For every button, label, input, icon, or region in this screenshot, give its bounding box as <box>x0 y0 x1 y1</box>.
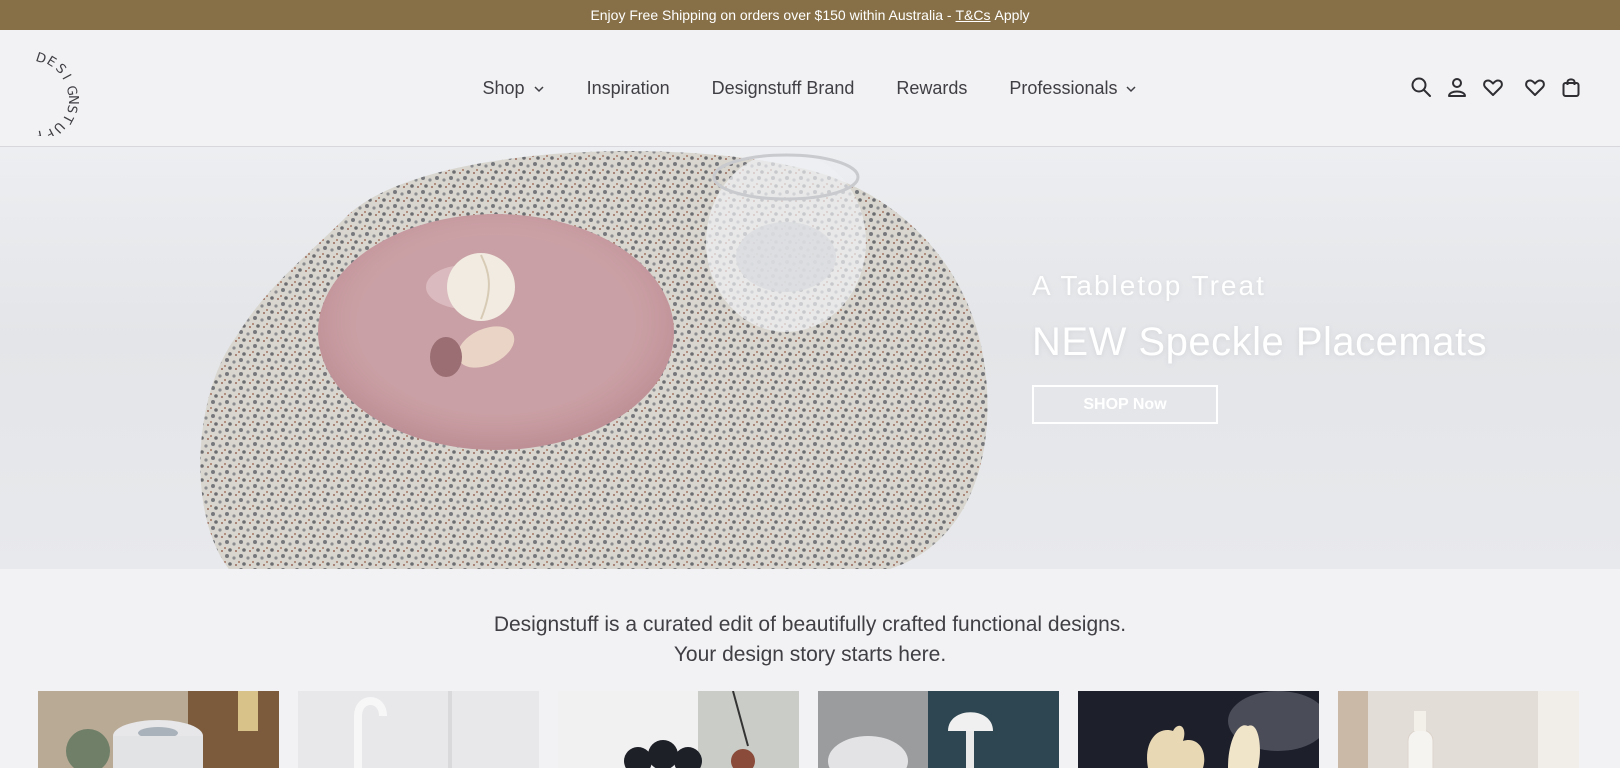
nav-shop-label: Shop <box>482 78 525 98</box>
nav-designstuff-brand[interactable]: Designstuff Brand <box>691 78 876 99</box>
nav-shop[interactable]: Shop <box>462 78 566 99</box>
hero-image-placemat <box>200 151 988 569</box>
category-tile[interactable] <box>558 691 799 768</box>
shop-now-button[interactable]: SHOP Now <box>1032 385 1218 424</box>
nav-rewards[interactable]: Rewards <box>875 78 988 99</box>
chevron-down-icon <box>534 85 544 92</box>
category-tile[interactable] <box>818 691 1059 768</box>
intro-line-1: Designstuff is a curated edit of beautif… <box>493 613 1127 636</box>
hero-title: NEW Speckle Placemats <box>1032 320 1488 364</box>
account-icon[interactable] <box>1446 76 1468 98</box>
hero-banner[interactable]: A Tabletop Treat NEW Speckle Placemats S… <box>0 147 1620 569</box>
wishlist-icon[interactable] <box>1482 76 1504 98</box>
intro-line-2: Your design story starts here. <box>673 643 947 666</box>
nav-professionals-label: Professionals <box>1009 78 1118 98</box>
nav-inspiration[interactable]: Inspiration <box>566 78 691 99</box>
announcement-bar: Enjoy Free Shipping on orders over $150 … <box>0 0 1620 30</box>
announcement-text: Enjoy Free Shipping on orders over $150 … <box>590 7 952 23</box>
search-icon[interactable] <box>1410 76 1432 98</box>
category-tile[interactable] <box>38 691 279 768</box>
header-icons <box>1410 76 1582 98</box>
nav-rewards-label: Rewards <box>896 78 968 98</box>
nav-professionals[interactable]: Professionals <box>988 78 1158 99</box>
nav-inspiration-label: Inspiration <box>586 78 670 98</box>
svg-text:F: F <box>33 127 43 136</box>
category-tile[interactable] <box>1338 691 1579 768</box>
hero-content: A Tabletop Treat NEW Speckle Placemats S… <box>1032 270 1487 424</box>
chevron-down-icon <box>1126 85 1137 92</box>
announcement-text-end: Apply <box>994 7 1030 23</box>
category-tiles <box>38 691 1582 768</box>
category-tile[interactable] <box>298 691 539 768</box>
hero-kicker: A Tabletop Treat <box>1032 270 1266 301</box>
category-tile[interactable] <box>1078 691 1319 768</box>
intro-text: Designstuff is a curated edit of beautif… <box>0 610 1620 670</box>
wishlist-icon[interactable] <box>1524 76 1546 98</box>
main-nav: Shop Inspiration Designstuff Brand Rewar… <box>0 78 1620 99</box>
terms-link[interactable]: T&Cs <box>956 7 991 23</box>
cart-icon[interactable] <box>1560 76 1582 98</box>
site-header: D E S I G N S T U F F Shop Inspiration D… <box>0 30 1620 147</box>
nav-brand-label: Designstuff Brand <box>711 78 855 98</box>
